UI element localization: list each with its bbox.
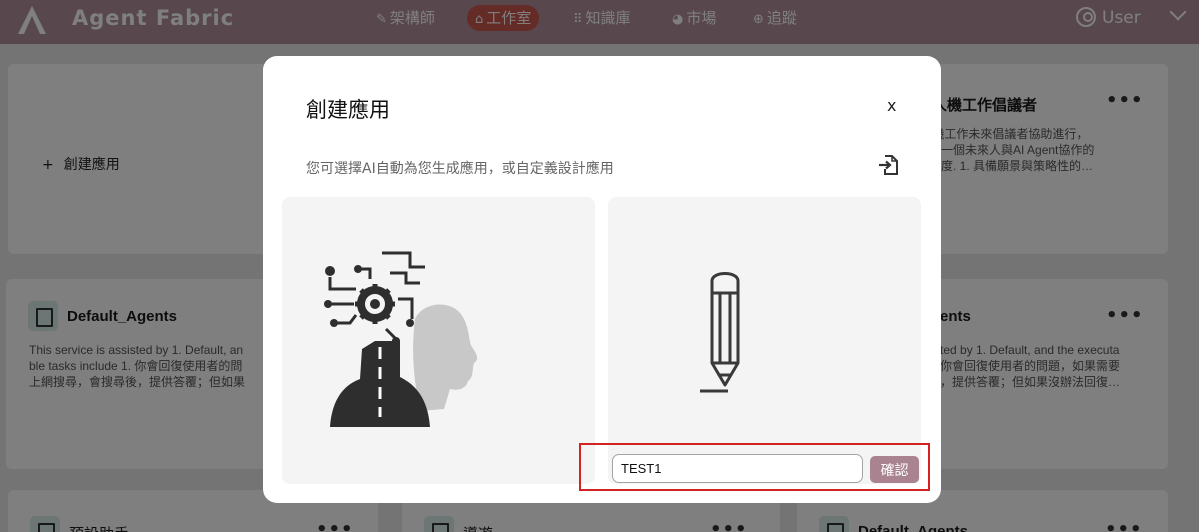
confirm-button[interactable]: 確認: [870, 456, 919, 483]
app-name-input[interactable]: [612, 454, 863, 483]
custom-design-option[interactable]: [608, 197, 921, 484]
app-name-input-row: 確認: [579, 443, 930, 491]
dialog-subtitle: 您可選擇AI自動為您生成應用，或自定義設計應用: [306, 161, 614, 177]
pencil-icon: [700, 272, 740, 393]
ai-generate-option[interactable]: [282, 197, 595, 484]
create-app-dialog: 創建應用 x 您可選擇AI自動為您生成應用，或自定義設計應用 TEST1 確認: [263, 56, 941, 503]
dialog-title: 創建應用: [306, 98, 390, 122]
import-file-icon[interactable]: [877, 154, 899, 176]
close-button[interactable]: x: [887, 96, 896, 115]
ai-brain-illustration: [324, 251, 478, 427]
